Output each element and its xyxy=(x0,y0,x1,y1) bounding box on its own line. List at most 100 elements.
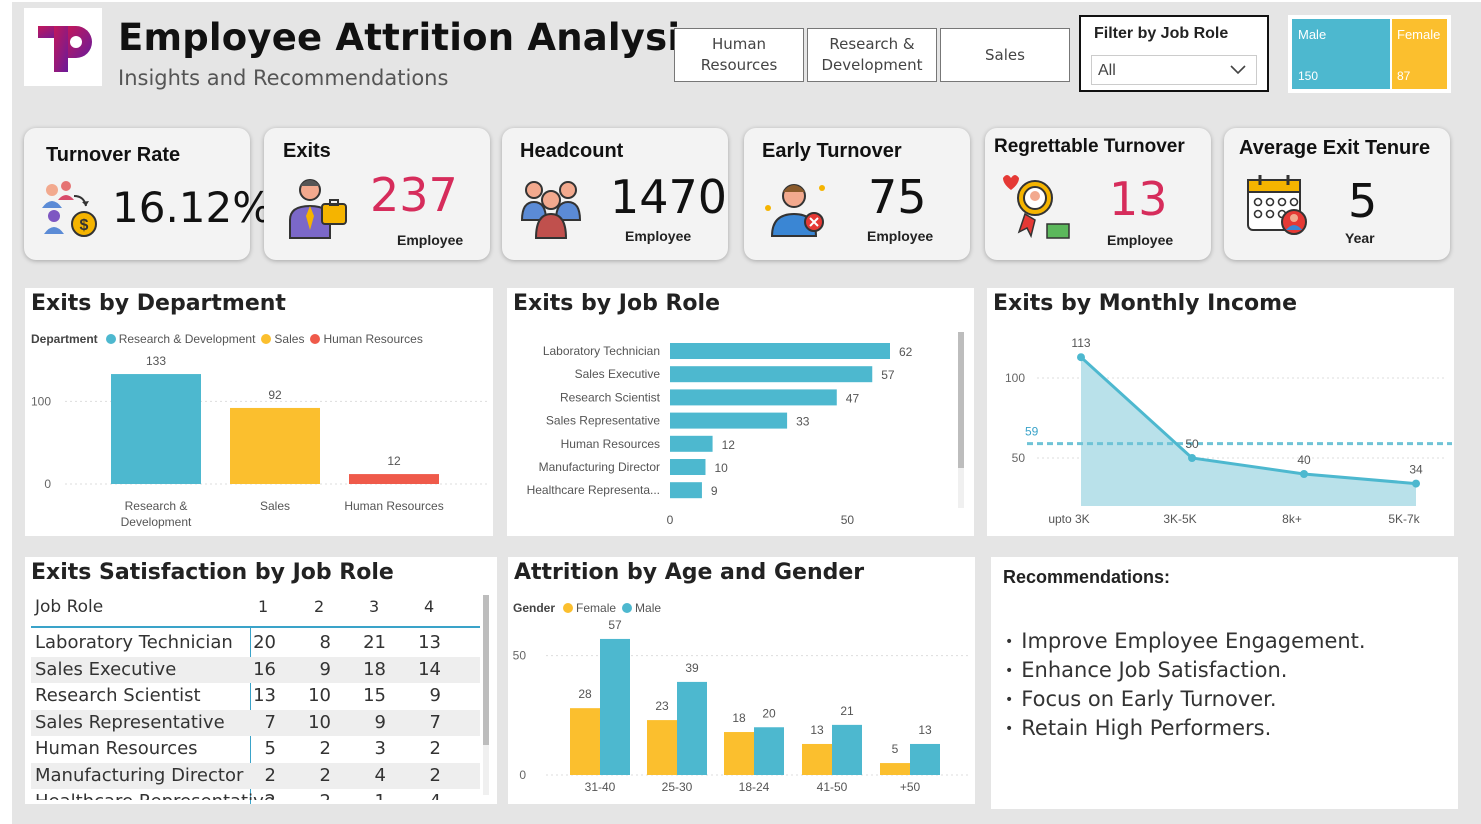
male-tile[interactable]: Male 150 xyxy=(1292,19,1390,89)
scrollbar-thumb[interactable] xyxy=(958,332,964,468)
employee-leaving-icon xyxy=(289,179,347,239)
data-label: 40 xyxy=(1297,453,1311,467)
legend-item[interactable]: Male xyxy=(622,601,661,615)
bar-female xyxy=(724,732,754,775)
column-header[interactable]: 1 xyxy=(258,597,268,616)
value-cell: 2 xyxy=(429,738,441,759)
female-tile[interactable]: Female 87 xyxy=(1392,19,1447,89)
scrollbar-thumb[interactable] xyxy=(483,595,489,745)
employee-rejected-icon xyxy=(765,184,825,237)
data-label: 21 xyxy=(840,704,854,718)
data-label: 33 xyxy=(796,415,810,429)
column-header[interactable]: 3 xyxy=(369,597,379,616)
male-label: Male xyxy=(1298,27,1327,42)
data-label: 28 xyxy=(578,687,592,701)
kpi-value: 16.12% xyxy=(112,183,273,232)
data-label: 13 xyxy=(810,723,824,737)
data-label: 20 xyxy=(762,706,776,720)
job-role-dropdown[interactable]: All xyxy=(1091,55,1257,85)
y-tick-label: 100 xyxy=(31,394,51,408)
page-subtitle: Insights and Recommendations xyxy=(118,66,449,90)
dept-button-research-development[interactable]: Research & Development xyxy=(807,28,937,82)
legend-item[interactable]: Human Resources xyxy=(310,332,423,346)
average-label: 59 xyxy=(1025,425,1039,439)
value-cell: 8 xyxy=(319,632,331,653)
x-tick-label: Human Resources xyxy=(344,499,443,513)
data-label: 18 xyxy=(732,711,746,725)
dept-button-sales[interactable]: Sales xyxy=(940,28,1070,82)
kpi-early-turnover: Early Turnover 75 Employee xyxy=(744,128,970,260)
scrollbar-track[interactable] xyxy=(958,332,964,508)
exits-by-income-panel: Exits by Monthly Income 50 100 59 113 upto 3… xyxy=(987,288,1454,536)
recommendations-title: Recommendations: xyxy=(1003,567,1171,587)
x-tick-label: 3K-5K xyxy=(1163,512,1196,526)
table-row[interactable]: Healthcare Representative2214 xyxy=(31,789,480,800)
recommendation-item: • Focus on Early Turnover. xyxy=(1005,687,1277,711)
value-cell: 9 xyxy=(374,711,386,733)
table-row[interactable]: Sales Executive 16 9 18 14 xyxy=(31,656,480,683)
kpi-unit: Employee xyxy=(1107,232,1174,248)
bar-male xyxy=(600,638,630,775)
kpi-value: 1470 xyxy=(610,170,728,224)
x-tick-label: upto 3K xyxy=(1048,512,1089,526)
table-row[interactable]: Manufacturing Director 2 2 4 2 xyxy=(31,762,480,789)
y-tick-label: Laboratory Technician xyxy=(543,344,660,358)
y-tick-label: 0 xyxy=(44,477,51,491)
data-label: 9 xyxy=(711,484,718,498)
satisfaction-table-panel: Exits Satisfaction by Job Role Job Role … xyxy=(25,557,497,804)
x-tick-label: 8k+ xyxy=(1282,512,1302,526)
bar-male xyxy=(832,724,862,775)
value-cell: 7 xyxy=(429,711,441,733)
job-role-cell: Research Scientist xyxy=(35,685,201,706)
bar-female xyxy=(802,743,832,775)
column-header[interactable]: Job Role xyxy=(35,597,103,617)
job-role-cell: Manufacturing Director xyxy=(35,764,244,786)
value-cell: 2 xyxy=(291,791,331,800)
data-label: 34 xyxy=(1409,463,1423,477)
table-row[interactable]: Research Scientist 13 10 15 9 xyxy=(31,683,480,709)
bar-male xyxy=(754,727,784,775)
legend-item[interactable]: Sales xyxy=(261,332,304,346)
table-row[interactable]: Sales Representative 7 10 9 7 xyxy=(31,709,480,736)
kpi-value: 237 xyxy=(370,168,458,222)
y-tick-label: Human Resources xyxy=(561,437,660,451)
bar xyxy=(230,407,320,484)
svg-text:$: $ xyxy=(80,217,89,234)
column-header[interactable]: 4 xyxy=(424,597,434,616)
people-money-icon: $ xyxy=(42,181,97,237)
bar-female xyxy=(570,708,600,775)
dept-button-human-resources[interactable]: Human Resources xyxy=(674,28,804,82)
data-label: 50 xyxy=(1185,437,1199,451)
table-body: Laboratory Technician 20 8 21 13 Sales Execut… xyxy=(25,630,497,800)
kpi-regrettable-turnover: Regrettable Turnover 13 Employee xyxy=(985,128,1211,260)
value-cell: 13 xyxy=(253,685,276,706)
bar xyxy=(670,412,788,429)
kpi-value: 13 xyxy=(1109,172,1168,226)
value-cell: 9 xyxy=(429,685,441,706)
x-tick-label: 41-50 xyxy=(817,780,848,794)
x-tick-label: 50 xyxy=(841,513,855,527)
value-cell: 10 xyxy=(308,711,331,733)
table-row[interactable]: Laboratory Technician 20 8 21 13 xyxy=(31,630,480,656)
data-label: 47 xyxy=(846,391,860,405)
bar-female xyxy=(880,763,910,775)
x-tick-label: Development xyxy=(121,515,192,529)
data-label: 57 xyxy=(881,368,895,382)
kpi-turnover-rate: Turnover Rate $ 16.12% xyxy=(24,128,272,260)
x-tick-label: +50 xyxy=(900,780,921,794)
data-label: 39 xyxy=(685,661,699,675)
age-gender-bar-chart: 0 50 28 57 31-40 23 39 25-30 18 20 18-24 13 21 41-50 5… xyxy=(513,618,970,794)
legend-item[interactable]: Research & Development xyxy=(105,332,255,346)
value-cell: 16 xyxy=(253,658,276,680)
kpi-unit: Year xyxy=(1345,230,1375,246)
area-fill xyxy=(1081,357,1416,506)
value-cell: 15 xyxy=(363,685,386,706)
recommendation-item: • Retain High Performers. xyxy=(1005,716,1272,740)
data-label: 12 xyxy=(387,454,401,468)
legend-item[interactable]: Female xyxy=(563,601,616,615)
column-header[interactable]: 2 xyxy=(314,597,324,616)
scrollbar-track[interactable] xyxy=(483,595,489,795)
x-tick-label: 18-24 xyxy=(739,780,770,794)
table-row[interactable]: Human Resources 5 2 3 2 xyxy=(31,736,480,762)
value-cell: 10 xyxy=(308,685,331,706)
